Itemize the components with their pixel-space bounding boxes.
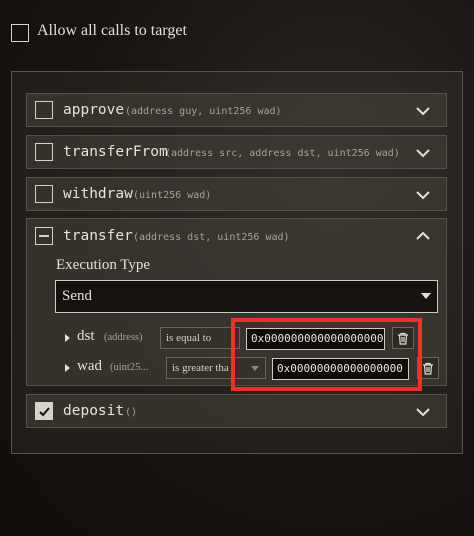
- expand-caret-icon[interactable]: [65, 364, 70, 372]
- function-name: transfer: [63, 228, 133, 244]
- value-input-dst[interactable]: 0x000000000000000000: [246, 328, 385, 350]
- delete-param-wad-button[interactable]: [417, 357, 439, 379]
- function-signature: (address guy, uint256 wad): [125, 106, 282, 117]
- operator-select-dst[interactable]: is equal to: [160, 327, 240, 349]
- chevron-down-icon[interactable]: [414, 144, 432, 162]
- function-signature: (): [125, 407, 138, 418]
- trash-icon: [398, 332, 408, 345]
- function-checkbox-withdraw[interactable]: [35, 185, 53, 203]
- param-name-wad: wad: [77, 358, 102, 374]
- param-name-dst: dst: [77, 328, 95, 344]
- function-signature: (address src, address dst, uint256 wad): [165, 148, 400, 159]
- operator-value: is equal to: [166, 332, 212, 344]
- allow-all-checkbox[interactable]: [11, 24, 29, 42]
- function-row-approve[interactable]: approve (address guy, uint256 wad): [26, 93, 447, 127]
- function-checkbox-transferfrom[interactable]: [35, 143, 53, 161]
- checkmark-icon: [38, 406, 50, 416]
- expand-caret-icon[interactable]: [65, 334, 70, 342]
- value-input-wad[interactable]: 0x00000000000000000: [272, 358, 409, 380]
- param-type-dst: (address): [104, 332, 143, 343]
- chevron-down-icon[interactable]: [414, 102, 432, 120]
- param-type-wad: (uint25...: [110, 362, 149, 373]
- function-row-withdraw[interactable]: withdraw (uint256 wad): [26, 177, 447, 211]
- function-row-deposit[interactable]: deposit (): [26, 394, 447, 428]
- chevron-down-icon: [421, 293, 431, 299]
- function-signature: (address dst, uint256 wad): [133, 232, 290, 243]
- function-checkbox-approve[interactable]: [35, 101, 53, 119]
- function-row-transferfrom[interactable]: transferFrom (address src, address dst, …: [26, 135, 447, 169]
- delete-param-dst-button[interactable]: [392, 327, 414, 349]
- operator-select-wad[interactable]: is greater tha: [166, 357, 266, 379]
- execution-type-label: Execution Type: [56, 257, 151, 273]
- function-signature: (uint256 wad): [133, 190, 212, 201]
- function-checkbox-transfer[interactable]: [35, 227, 53, 245]
- allow-all-label: Allow all calls to target: [37, 22, 187, 39]
- function-name: approve: [63, 102, 125, 118]
- trash-icon: [423, 362, 433, 375]
- function-name: deposit: [63, 403, 125, 419]
- chevron-down-icon: [251, 366, 259, 371]
- function-name: transferFrom: [63, 144, 168, 160]
- function-name: withdraw: [63, 186, 133, 202]
- chevron-down-icon[interactable]: [414, 403, 432, 421]
- chevron-up-icon[interactable]: [414, 227, 432, 245]
- execution-type-select[interactable]: Send: [55, 280, 438, 313]
- operator-value: is greater tha: [172, 362, 229, 374]
- execution-type-value: Send: [62, 288, 92, 304]
- chevron-down-icon[interactable]: [414, 186, 432, 204]
- function-checkbox-deposit[interactable]: [35, 402, 53, 420]
